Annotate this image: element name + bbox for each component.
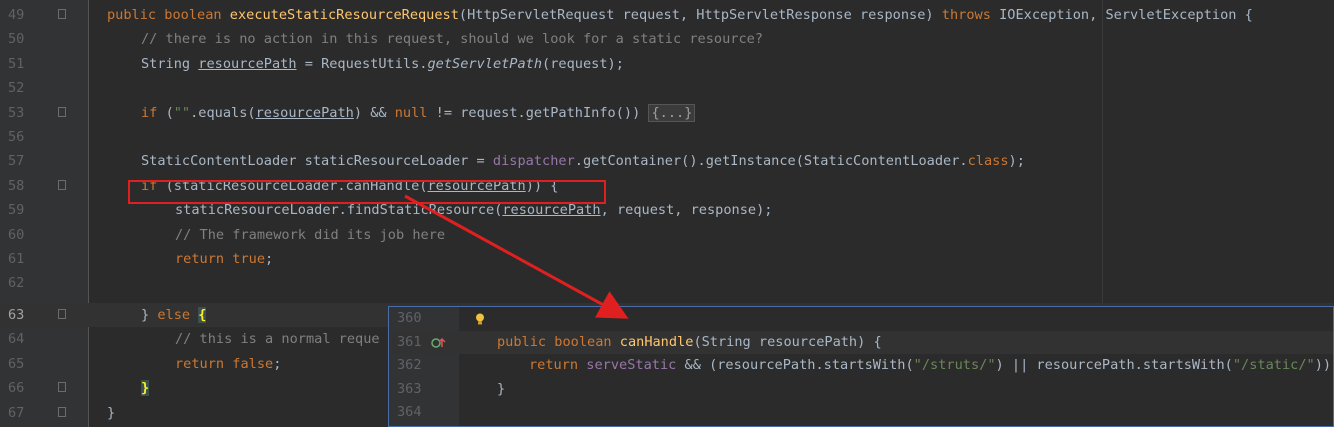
line-number: 64	[8, 331, 25, 348]
code-line[interactable]: 61 return true;	[0, 247, 1334, 271]
override-method-icon[interactable]	[431, 336, 447, 350]
line-number: 59	[8, 202, 25, 219]
code-text: }	[497, 380, 506, 397]
popup-line[interactable]: 361 public boolean canHandle(String reso…	[389, 330, 1333, 354]
code-text: }	[141, 380, 150, 397]
code-text: return true;	[175, 251, 274, 267]
line-number: 56	[8, 129, 25, 145]
line-number: 363	[397, 380, 422, 397]
code-line[interactable]: 53 if ("".equals(resourcePath) && null !…	[0, 101, 1334, 125]
line-number: 53	[8, 104, 25, 121]
code-text: } else {	[141, 307, 207, 323]
popup-line[interactable]: 363 }	[389, 378, 1333, 402]
line-number: 61	[8, 251, 25, 267]
line-number: 51	[8, 55, 25, 72]
code-text: }	[107, 404, 116, 421]
line-number: 58	[8, 177, 25, 194]
code-line[interactable]: 60 // The framework did its job here	[0, 223, 1334, 247]
lightbulb-icon[interactable]	[475, 313, 485, 325]
code-line[interactable]: 50 // there is no action in this request…	[0, 27, 1334, 51]
line-number: 65	[8, 355, 25, 372]
code-text: return serveStatic && (resourcePath.star…	[529, 357, 1334, 373]
line-number: 63	[8, 307, 25, 323]
line-number: 361	[397, 333, 422, 350]
code-line[interactable]: 52	[0, 76, 1334, 100]
folded-code-block[interactable]: {...}	[648, 103, 696, 122]
line-number: 52	[8, 80, 25, 97]
fold-marker-icon[interactable]	[58, 382, 66, 393]
line-number: 57	[8, 153, 25, 170]
fold-marker-icon[interactable]	[58, 309, 66, 319]
fold-marker-icon[interactable]	[58, 406, 66, 417]
code-text: String resourcePath = RequestUtils.getSe…	[141, 55, 624, 72]
code-line[interactable]: 62	[0, 271, 1334, 295]
code-line[interactable]: 57 StaticContentLoader staticResourceLoa…	[0, 149, 1334, 173]
code-comment: // The framework did its job here	[175, 226, 446, 243]
line-number: 60	[8, 226, 25, 243]
code-comment: // there is no action in this request, s…	[141, 31, 763, 48]
line-number: 66	[8, 380, 25, 397]
quick-definition-popup[interactable]: 360 361 public boolean canHandle(String …	[388, 306, 1334, 427]
line-number: 62	[8, 275, 25, 292]
popup-line[interactable]: 364	[389, 401, 1333, 425]
line-number: 360	[397, 310, 422, 326]
code-editor[interactable]: 49 public boolean executeStaticResourceR…	[0, 0, 1334, 427]
fold-marker-icon[interactable]	[58, 9, 66, 19]
code-text: public boolean executeStaticResourceRequ…	[107, 7, 1253, 23]
popup-line[interactable]: 362 return serveStatic && (resourcePath.…	[389, 354, 1334, 378]
code-text: return false;	[175, 355, 282, 372]
code-line[interactable]: 49 public boolean executeStaticResourceR…	[0, 3, 1334, 27]
popup-line[interactable]: 360	[389, 307, 1333, 331]
line-number: 50	[8, 31, 25, 48]
code-text: if ("".equals(resourcePath) && null != r…	[141, 101, 696, 125]
line-number: 362	[397, 357, 422, 373]
line-number: 49	[8, 7, 25, 23]
code-text: StaticContentLoader staticResourceLoader…	[141, 153, 1025, 170]
fold-marker-icon[interactable]	[58, 106, 66, 117]
code-line[interactable]: 56	[0, 125, 1334, 149]
code-comment: // this is a normal reque	[175, 331, 380, 348]
code-line[interactable]: 51 String resourcePath = RequestUtils.ge…	[0, 52, 1334, 76]
code-text: public boolean canHandle(String resource…	[497, 333, 882, 350]
red-highlight-box	[128, 180, 606, 204]
fold-marker-icon[interactable]	[58, 179, 66, 190]
line-number: 364	[397, 404, 422, 420]
line-number: 67	[8, 404, 25, 421]
